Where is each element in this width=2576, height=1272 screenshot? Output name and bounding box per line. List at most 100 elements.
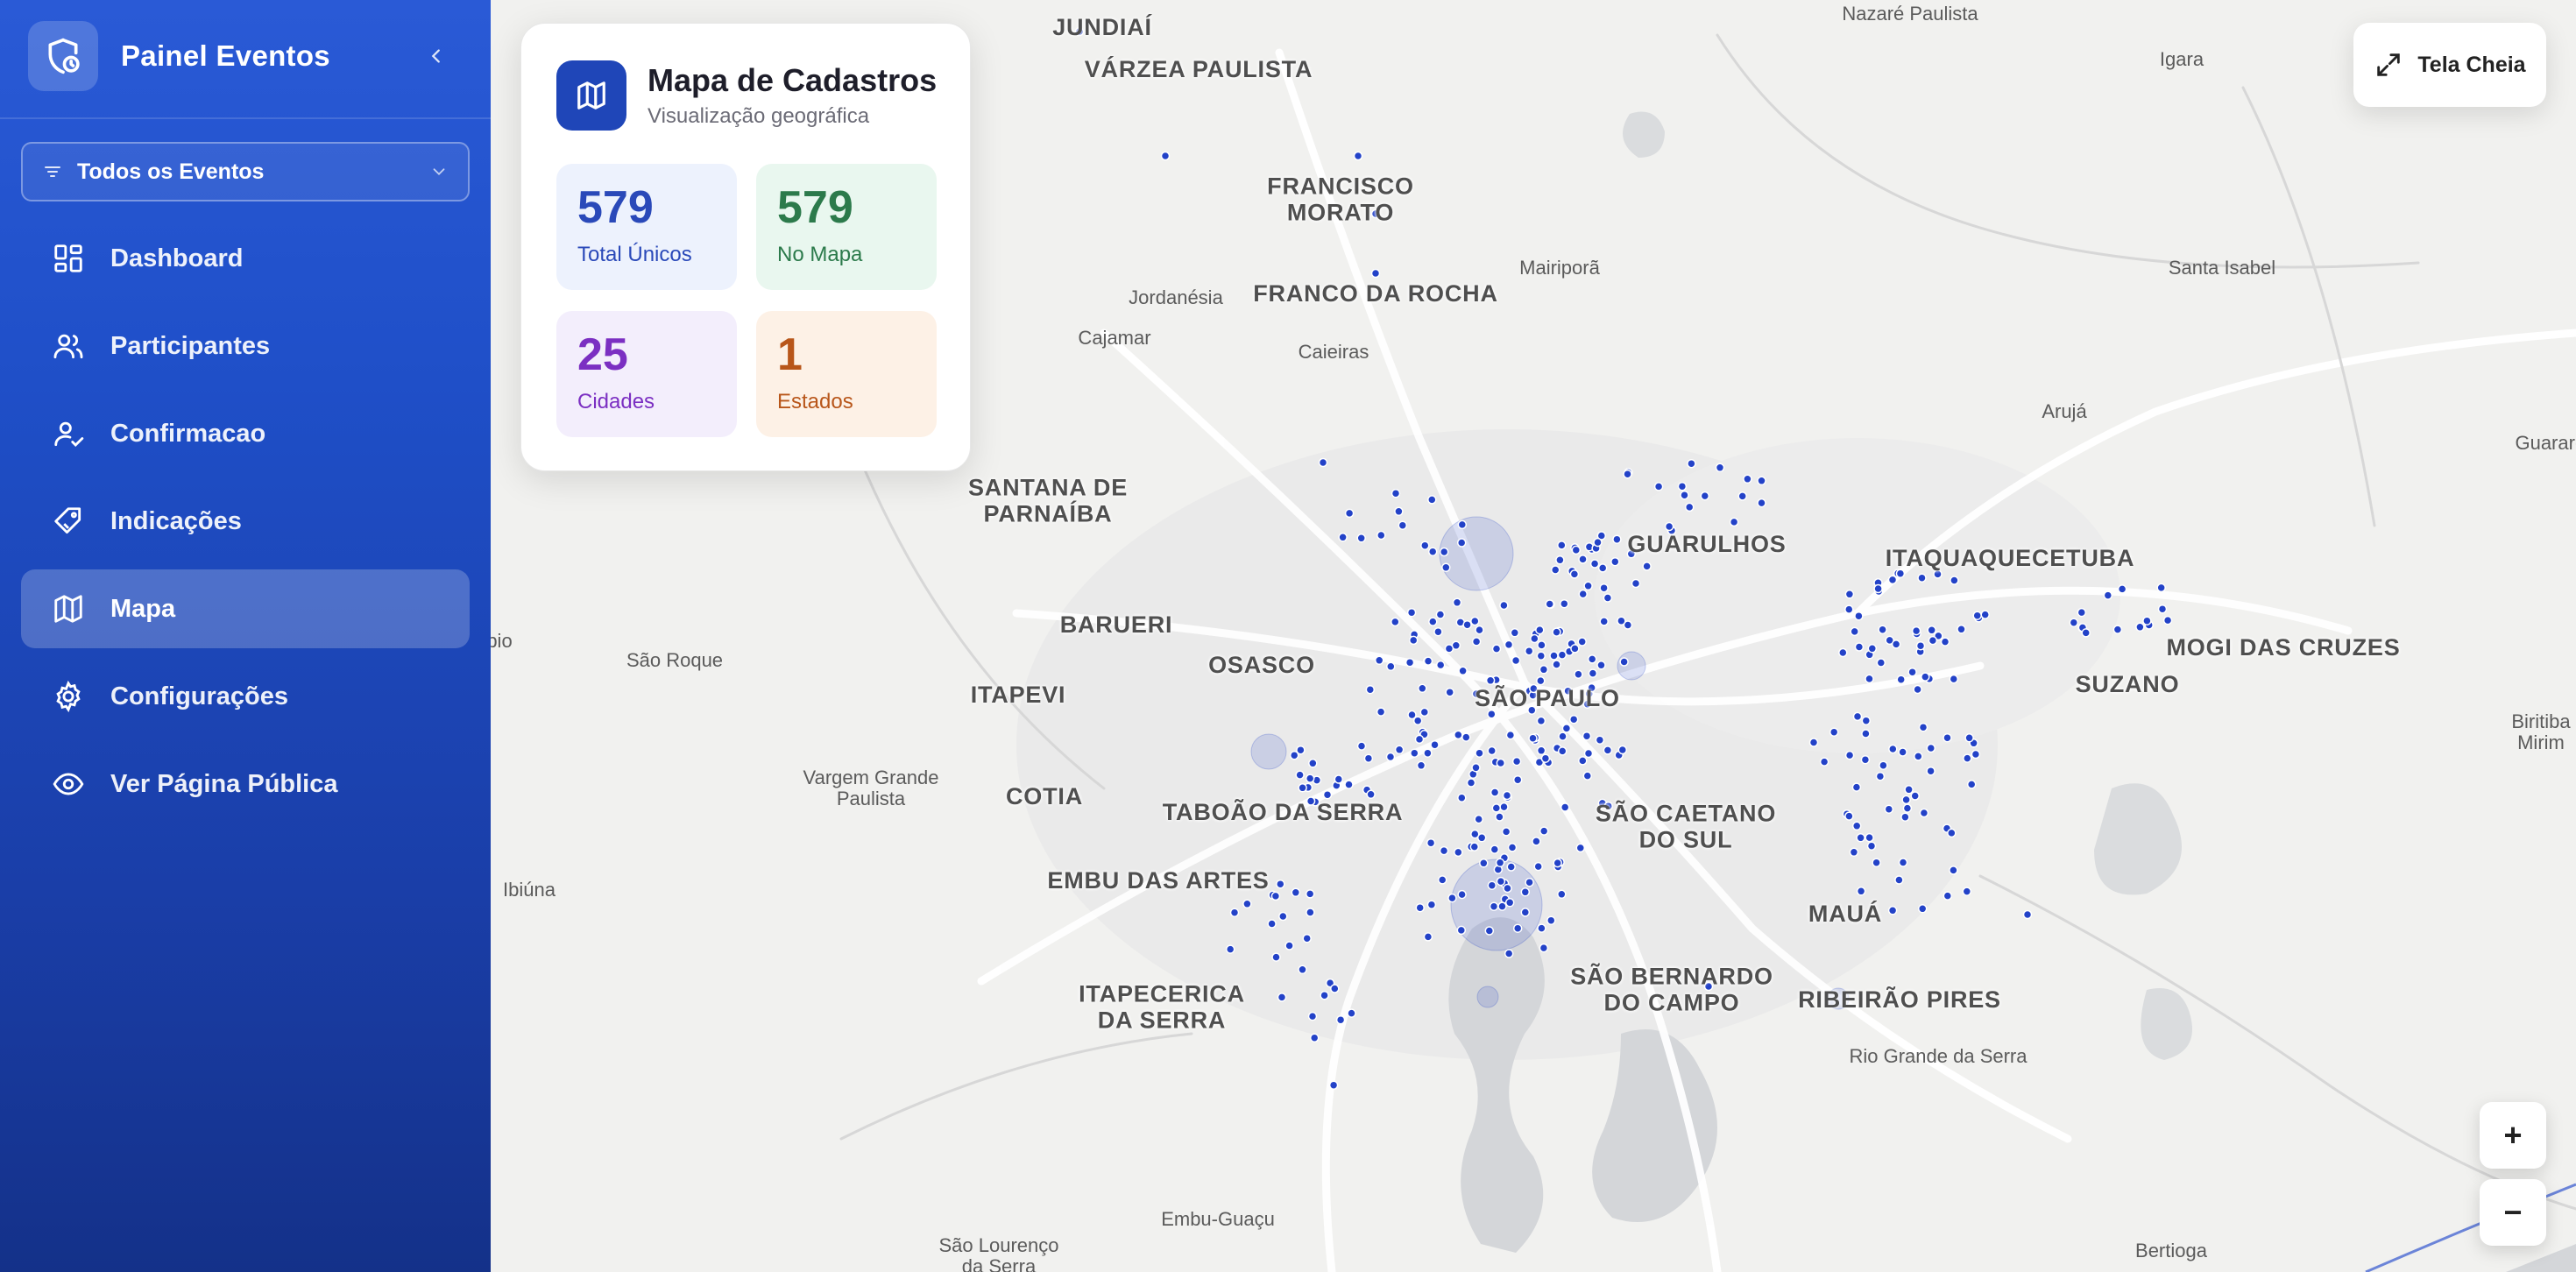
registration-marker[interactable] [1499, 600, 1509, 611]
registration-marker[interactable] [1412, 716, 1423, 725]
registration-marker[interactable] [1838, 647, 1848, 658]
registration-marker[interactable] [1511, 655, 1521, 666]
registration-marker[interactable] [1504, 898, 1515, 908]
registration-marker[interactable] [1555, 555, 1565, 565]
registration-marker[interactable] [1225, 944, 1235, 954]
registration-marker[interactable] [1888, 744, 1898, 754]
registration-marker[interactable] [1561, 724, 1572, 733]
registration-marker[interactable] [1420, 541, 1430, 550]
registration-marker[interactable] [1385, 752, 1396, 762]
registration-marker[interactable] [1441, 562, 1451, 573]
registration-marker[interactable] [1306, 908, 1315, 917]
registration-marker[interactable] [1356, 534, 1366, 543]
registration-marker[interactable] [1865, 832, 1874, 843]
registration-marker[interactable] [1595, 735, 1605, 745]
registration-marker[interactable] [1338, 533, 1348, 542]
registration-marker[interactable] [1866, 841, 1877, 851]
registration-marker[interactable] [1653, 482, 1664, 491]
registration-marker[interactable] [1479, 859, 1489, 868]
registration-marker[interactable] [1603, 746, 1613, 755]
registration-marker[interactable] [1757, 476, 1766, 486]
registration-marker[interactable] [1426, 837, 1436, 848]
registration-marker[interactable] [1558, 731, 1568, 741]
registration-marker[interactable] [1466, 778, 1476, 788]
registration-marker[interactable] [1907, 667, 1917, 677]
registration-marker[interactable] [1901, 795, 1911, 805]
registration-marker[interactable] [1497, 901, 1507, 911]
registration-marker[interactable] [1487, 746, 1497, 756]
registration-marker[interactable] [1599, 583, 1609, 593]
registration-marker[interactable] [1490, 788, 1500, 797]
registration-marker[interactable] [1819, 757, 1829, 767]
registration-marker[interactable] [1501, 827, 1511, 837]
registration-marker[interactable] [1457, 889, 1467, 900]
registration-marker[interactable] [1495, 858, 1505, 868]
registration-marker[interactable] [1530, 633, 1539, 644]
registration-marker[interactable] [1904, 785, 1914, 795]
registration-marker[interactable] [1684, 502, 1695, 512]
registration-marker[interactable] [1507, 843, 1518, 852]
registration-marker[interactable] [1896, 675, 1906, 684]
registration-marker[interactable] [2069, 618, 2079, 627]
registration-marker[interactable] [1943, 732, 1952, 743]
registration-marker[interactable] [1867, 644, 1878, 654]
registration-marker[interactable] [1366, 789, 1376, 800]
registration-marker[interactable] [1520, 908, 1531, 917]
registration-marker[interactable] [1505, 730, 1516, 740]
registration-marker[interactable] [2022, 909, 2033, 920]
registration-marker[interactable] [1365, 684, 1376, 695]
registration-marker[interactable] [1887, 906, 1898, 915]
registration-marker[interactable] [1302, 933, 1312, 943]
registration-marker[interactable] [1849, 847, 1859, 858]
registration-marker[interactable] [1423, 656, 1433, 666]
registration-marker[interactable] [1160, 151, 1171, 161]
registration-marker[interactable] [1861, 716, 1872, 725]
registration-marker[interactable] [1884, 804, 1894, 814]
registration-marker[interactable] [1491, 803, 1502, 813]
registration-marker[interactable] [1911, 625, 1921, 636]
registration-marker[interactable] [1307, 1011, 1318, 1021]
registration-marker[interactable] [1851, 782, 1862, 792]
registration-marker[interactable] [1374, 655, 1384, 666]
registration-marker[interactable] [1856, 833, 1865, 843]
registration-marker[interactable] [1599, 617, 1609, 626]
registration-marker[interactable] [1583, 581, 1593, 591]
registration-marker[interactable] [1914, 752, 1923, 761]
registration-marker[interactable] [1962, 887, 1972, 896]
registration-marker[interactable] [1454, 730, 1463, 740]
registration-marker[interactable] [1873, 583, 1883, 594]
registration-marker[interactable] [1430, 739, 1440, 750]
registration-marker[interactable] [1560, 802, 1570, 812]
registration-marker[interactable] [1296, 745, 1306, 755]
registration-marker[interactable] [1557, 541, 1567, 550]
registration-marker[interactable] [1454, 847, 1463, 858]
registration-marker[interactable] [1808, 738, 1819, 747]
registration-marker[interactable] [1452, 597, 1462, 608]
registration-marker[interactable] [1578, 555, 1588, 564]
registration-marker[interactable] [2157, 604, 2168, 614]
registration-marker[interactable] [1850, 626, 1859, 637]
registration-marker[interactable] [1322, 789, 1333, 800]
registration-marker[interactable] [1597, 563, 1608, 573]
registration-marker[interactable] [1583, 748, 1594, 759]
registration-marker[interactable] [1356, 741, 1367, 751]
registration-marker[interactable] [1408, 635, 1419, 646]
registration-marker[interactable] [1729, 517, 1739, 527]
registration-marker[interactable] [1391, 617, 1400, 627]
registration-marker[interactable] [1553, 858, 1562, 868]
registration-marker[interactable] [1861, 729, 1871, 738]
registration-marker[interactable] [1334, 774, 1344, 784]
sidebar-item-indicacoes[interactable]: Indicações [21, 482, 470, 561]
collapse-sidebar-button[interactable] [419, 39, 454, 74]
registration-marker[interactable] [1267, 919, 1277, 929]
registration-marker[interactable] [1876, 658, 1886, 668]
registration-marker[interactable] [2103, 590, 2113, 600]
registration-marker[interactable] [1353, 151, 1363, 161]
registration-marker[interactable] [1589, 559, 1600, 569]
registration-marker[interactable] [1550, 565, 1560, 575]
registration-marker[interactable] [1587, 654, 1597, 664]
registration-marker[interactable] [1577, 637, 1587, 647]
registration-marker[interactable] [1427, 547, 1438, 556]
sidebar-item-ver-pagina-publica[interactable]: Ver Página Pública [21, 745, 470, 823]
registration-marker[interactable] [1391, 488, 1401, 498]
